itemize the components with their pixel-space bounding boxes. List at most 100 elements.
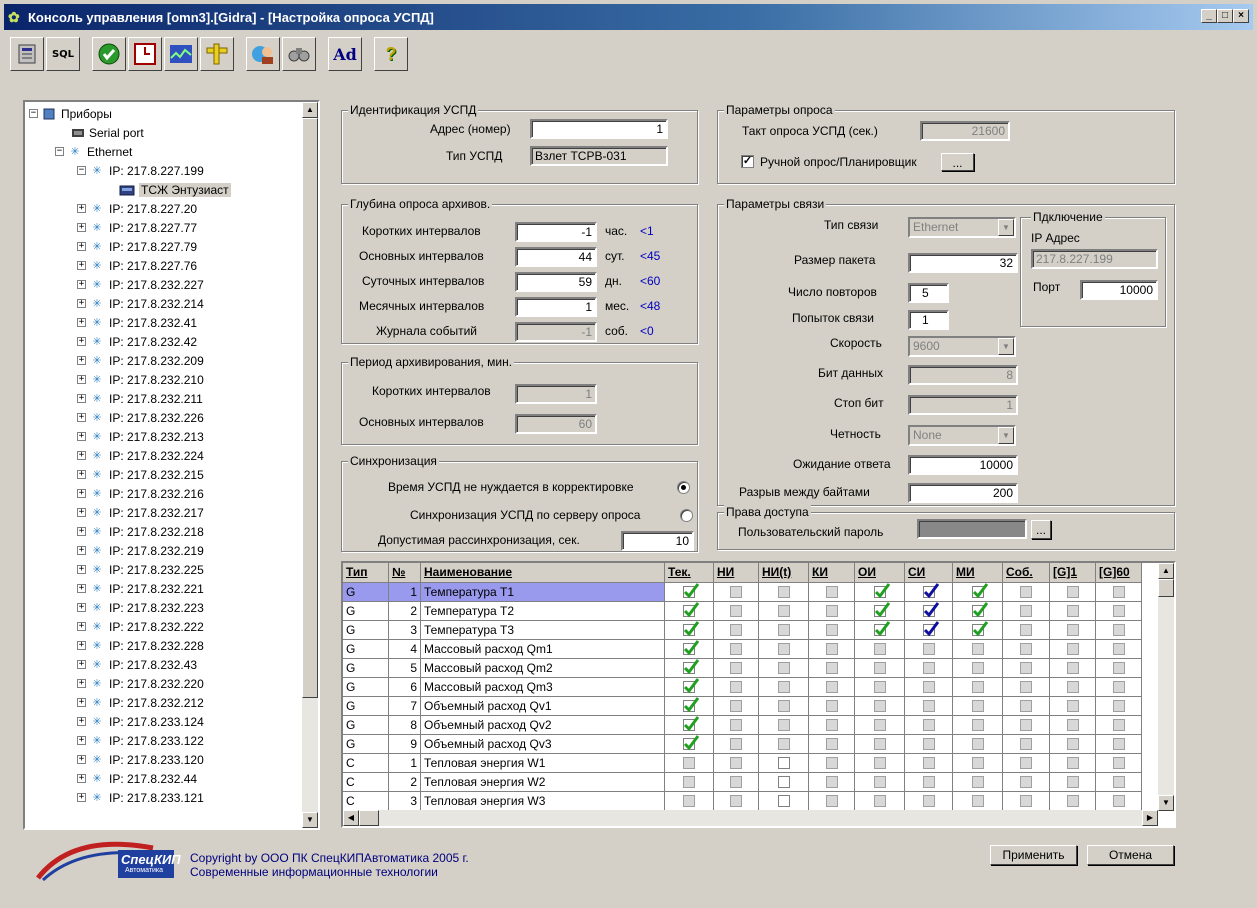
tree-item-serial[interactable]: Serial port <box>69 123 144 142</box>
expand-icon[interactable]: + <box>77 470 86 479</box>
bits-input[interactable]: 8 <box>908 365 1018 385</box>
tree-item-ip[interactable]: + ✳ IP: 217.8.232.222 <box>77 617 204 636</box>
wait-input[interactable]: 10000 <box>908 455 1018 475</box>
scroll-down-icon[interactable]: ▼ <box>302 812 318 828</box>
grid-cell-num[interactable]: 8 <box>389 716 421 735</box>
grid-cell-check[interactable] <box>665 792 714 811</box>
grid-cell-name[interactable]: Температура T3 <box>421 621 665 640</box>
scroll-down-icon[interactable]: ▼ <box>1158 795 1174 811</box>
expand-icon[interactable]: + <box>77 584 86 593</box>
expand-icon[interactable]: + <box>77 318 86 327</box>
grid-cell-check[interactable] <box>665 697 714 716</box>
grid-cell-name[interactable]: Массовый расход Qm3 <box>421 678 665 697</box>
grid-cell-check[interactable] <box>759 773 809 792</box>
grid-cell-check[interactable] <box>665 735 714 754</box>
password-input[interactable] <box>917 519 1027 539</box>
grid-cell-check[interactable] <box>1050 773 1096 792</box>
tree-item-ip[interactable]: + ✳ IP: 217.8.232.215 <box>77 465 204 484</box>
expand-icon[interactable]: + <box>77 356 86 365</box>
tree-item-ip[interactable]: + ✳ IP: 217.8.232.225 <box>77 560 204 579</box>
grid-cell-check[interactable] <box>714 621 759 640</box>
grid-cell-check[interactable] <box>809 773 855 792</box>
grid-cell-check[interactable] <box>855 602 905 621</box>
gap-input[interactable]: 200 <box>908 483 1018 503</box>
tree-item-ip[interactable]: + ✳ IP: 217.8.232.218 <box>77 522 204 541</box>
grid-cell-check[interactable] <box>1050 659 1096 678</box>
grid-header[interactable]: МИ <box>953 563 1003 583</box>
grid-cell-check[interactable] <box>1003 583 1050 602</box>
grid-cell-name[interactable]: Температура T1 <box>421 583 665 602</box>
grid-header[interactable]: [G]1 <box>1050 563 1096 583</box>
grid-cell-check[interactable] <box>855 697 905 716</box>
grid-cell-check[interactable] <box>953 697 1003 716</box>
attempts-input[interactable]: 1 <box>908 310 949 330</box>
checkbox[interactable] <box>777 795 790 807</box>
tree-item-ip[interactable]: + ✳ IP: 217.8.232.217 <box>77 503 204 522</box>
scheduler-button[interactable]: ... <box>941 153 974 171</box>
grid-cell-check[interactable] <box>953 735 1003 754</box>
grid-cell-check[interactable] <box>1096 754 1142 773</box>
grid-cell-type[interactable]: G <box>343 716 389 735</box>
scroll-up-icon[interactable]: ▲ <box>302 102 318 118</box>
expand-icon[interactable]: + <box>77 774 86 783</box>
grid-cell-check[interactable] <box>714 735 759 754</box>
expand-icon[interactable]: + <box>77 375 86 384</box>
comm-type-select[interactable]: Ethernet ▼ <box>908 217 1016 238</box>
grid-cell-check[interactable] <box>759 602 809 621</box>
binoculars-button[interactable] <box>282 37 316 71</box>
sync-tol-input[interactable]: 10 <box>621 531 694 551</box>
grid-cell-name[interactable]: Объемный расход Qv3 <box>421 735 665 754</box>
grid-cell-check[interactable] <box>759 583 809 602</box>
grid-cell-check[interactable] <box>759 697 809 716</box>
grid-cell-check[interactable] <box>1096 602 1142 621</box>
depth-input[interactable]: -1 <box>515 222 597 242</box>
grid-cell-check[interactable] <box>953 754 1003 773</box>
expand-icon[interactable]: + <box>77 204 86 213</box>
tree-root[interactable]: − Приборы <box>29 104 112 123</box>
expand-icon[interactable]: + <box>77 413 86 422</box>
grid-cell-check[interactable] <box>1003 716 1050 735</box>
tree-item-ip[interactable]: + ✳ IP: 217.8.227.20 <box>77 199 197 218</box>
grid-cell-check[interactable] <box>1096 735 1142 754</box>
scroll-up-icon[interactable]: ▲ <box>1158 563 1174 579</box>
collapse-icon[interactable]: − <box>55 147 64 156</box>
expand-icon[interactable]: + <box>77 717 86 726</box>
grid-cell-check[interactable] <box>953 659 1003 678</box>
tree-item-ethernet[interactable]: − ✳ Ethernet <box>55 142 132 161</box>
checkbox[interactable] <box>777 776 790 788</box>
checkbox-checked[interactable] <box>971 602 988 618</box>
sync-opt2-radio[interactable] <box>680 509 693 522</box>
grid-cell-check[interactable] <box>855 659 905 678</box>
expand-icon[interactable]: + <box>77 261 86 270</box>
tact-input[interactable]: 21600 <box>920 121 1010 141</box>
grid-cell-check[interactable] <box>905 792 953 811</box>
grid-cell-check[interactable] <box>714 773 759 792</box>
grid-cell-check[interactable] <box>905 773 953 792</box>
scroll-left-icon[interactable]: ◀ <box>343 810 359 826</box>
expand-icon[interactable]: + <box>77 223 86 232</box>
grid-cell-check[interactable] <box>953 792 1003 811</box>
grid-cell-check[interactable] <box>905 697 953 716</box>
addr-input[interactable]: 1 <box>530 119 668 139</box>
tree-item-ip[interactable]: + ✳ IP: 217.8.232.42 <box>77 332 197 351</box>
expand-icon[interactable]: + <box>77 508 86 517</box>
grid-cell-check[interactable] <box>1096 792 1142 811</box>
tree-item-ip[interactable]: + ✳ IP: 217.8.233.120 <box>77 750 204 769</box>
grid-cell-type[interactable]: G <box>343 735 389 754</box>
expand-icon[interactable]: + <box>77 451 86 460</box>
grid-cell-name[interactable]: Массовый расход Qm2 <box>421 659 665 678</box>
grid-cell-check[interactable] <box>1003 697 1050 716</box>
grid-cell-check[interactable] <box>855 583 905 602</box>
grid-header[interactable]: Соб. <box>1003 563 1050 583</box>
grid-header[interactable]: Наименование <box>421 563 665 583</box>
tree-item-ip[interactable]: + ✳ IP: 217.8.232.228 <box>77 636 204 655</box>
expand-icon[interactable]: + <box>77 736 86 745</box>
grid-cell-name[interactable]: Массовый расход Qm1 <box>421 640 665 659</box>
checkbox-checked[interactable] <box>873 602 890 618</box>
clock-button[interactable] <box>128 37 162 71</box>
grid-cell-check[interactable] <box>1096 640 1142 659</box>
grid-header[interactable]: [G]60 <box>1096 563 1142 583</box>
grid-cell-check[interactable] <box>905 659 953 678</box>
grid-cell-num[interactable]: 2 <box>389 602 421 621</box>
grid-cell-check[interactable] <box>1050 640 1096 659</box>
